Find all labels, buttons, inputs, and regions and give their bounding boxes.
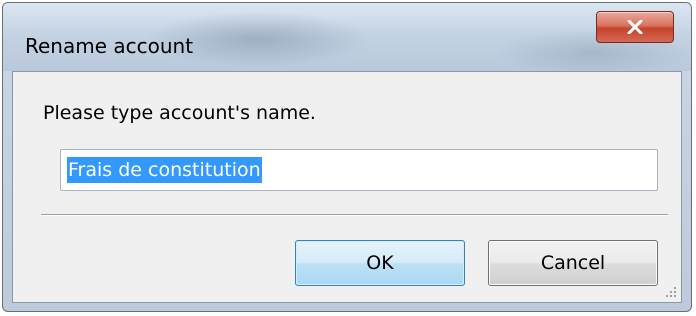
rename-account-dialog: Rename account Please type account's nam… bbox=[2, 2, 692, 312]
window-title: Rename account bbox=[25, 34, 194, 58]
close-x-icon bbox=[627, 20, 643, 34]
prompt-label: Please type account's name. bbox=[43, 102, 316, 124]
separator-line bbox=[41, 214, 668, 216]
ok-button[interactable]: OK bbox=[295, 240, 465, 286]
close-button[interactable] bbox=[596, 11, 674, 43]
account-name-value: Frais de constitution bbox=[67, 157, 262, 183]
title-bar[interactable]: Rename account bbox=[3, 3, 691, 71]
resize-grip-icon[interactable] bbox=[665, 286, 677, 298]
account-name-input[interactable]: Frais de constitution bbox=[60, 149, 658, 191]
cancel-button[interactable]: Cancel bbox=[488, 240, 658, 286]
dialog-body: Please type account's name. Frais de con… bbox=[12, 71, 682, 303]
